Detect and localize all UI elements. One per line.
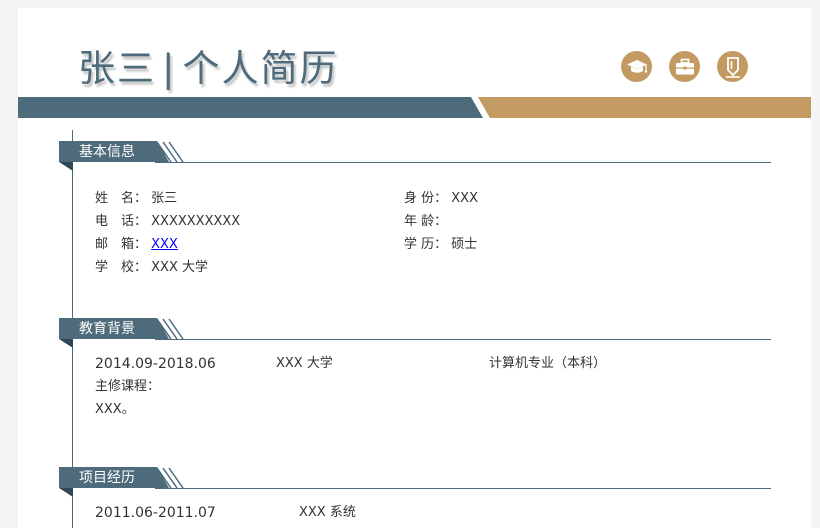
header-band [18,97,811,118]
field-value: XXX 大学 [151,260,209,275]
project-period: 2011.06-2011.07 [95,505,216,521]
section-divider [155,339,771,340]
section-title: 基本信息 [79,144,135,160]
field-value: XXX [451,191,478,206]
resume-page: 张三 | 个人简历 基本信息 姓 名： 张三 电 话： XXXXXXXXXX 邮… [18,8,811,528]
field-label: 邮 箱： [95,237,148,252]
resume-title: 个人简历 [182,47,339,90]
field-value: XXXXXXXXXX [151,214,241,229]
title-separator: | [162,47,177,90]
field-value: 硕士 [451,237,478,252]
field-degree: 学 历： 硕士 [404,236,477,254]
courses-label: 主修课程： [95,379,161,394]
education-major: 计算机专业（本科） [489,356,607,371]
pencil-icon [717,51,748,82]
section-divider [155,488,771,489]
resume-name: 张三 [78,47,156,90]
field-phone: 电 话： XXXXXXXXXX [95,213,240,231]
field-email: 邮 箱： XXX [95,236,178,254]
field-label: 姓 名： [95,191,148,206]
field-label: 电 话： [95,214,148,229]
field-school: 学 校： XXX 大学 [95,259,208,277]
field-id: 身 份： XXX [404,190,478,208]
courses-value: XXX。 [95,402,135,417]
field-age: 年 龄： [404,213,447,231]
page-title: 张三 | 个人简历 [78,38,338,92]
section-divider [155,162,771,163]
field-label: 年 龄： [404,214,448,229]
graduation-cap-icon [621,51,652,82]
project-company: XXX 系统 [299,505,356,520]
field-value: 张三 [151,191,178,206]
section-title: 教育背景 [79,321,135,337]
briefcase-icon [669,51,700,82]
field-name: 姓 名： 张三 [95,190,177,208]
field-label: 身 份： [404,191,448,206]
field-label: 学 校： [95,260,148,275]
section-title: 项目经历 [79,470,135,486]
field-label: 学 历： [404,237,448,252]
education-period: 2014.09-2018.06 [95,356,216,372]
education-school: XXX 大学 [276,356,333,371]
email-link[interactable]: XXX [151,237,178,252]
